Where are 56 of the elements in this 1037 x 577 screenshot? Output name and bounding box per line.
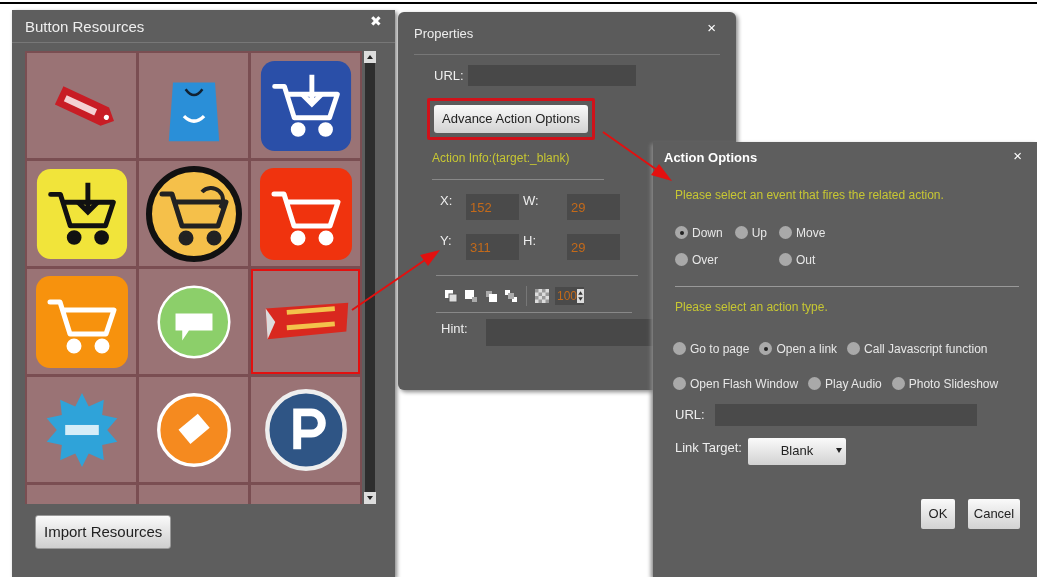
layer-order-icon[interactable]	[484, 289, 498, 303]
resource-tile[interactable]	[139, 377, 248, 482]
link-target-dropdown[interactable]: Blank	[747, 437, 846, 465]
resource-tile[interactable]	[27, 161, 136, 266]
window-title: Action Options	[664, 149, 758, 167]
resource-tile[interactable]	[27, 269, 136, 374]
radio-option[interactable]: Photo Slideshow	[891, 374, 999, 393]
type-prompt: Please select an action type.	[675, 298, 829, 316]
resource-tile[interactable]	[251, 269, 360, 374]
field-label: Hint:	[441, 320, 468, 338]
resource-tile[interactable]	[27, 377, 136, 482]
field-label: Link Target:	[675, 438, 742, 457]
window-title: Properties	[414, 25, 474, 43]
caret-icon	[835, 447, 842, 453]
cancel-button[interactable]: Cancel	[968, 498, 1020, 529]
cart-return-icon	[143, 163, 244, 264]
ok-button[interactable]: OK	[921, 498, 955, 529]
radio-option[interactable]: Go to page	[673, 339, 750, 358]
window-title: Button Resources	[25, 17, 145, 37]
close-button[interactable]: ×	[1013, 148, 1022, 163]
radio-option[interactable]: Call Javascript function	[847, 339, 988, 358]
field-label: URL:	[434, 66, 464, 85]
radio-option[interactable]: Out	[779, 250, 816, 269]
import-resources-button[interactable]: Import Resources	[35, 515, 172, 549]
field-label: W:	[523, 194, 540, 207]
radio-option[interactable]: Play Audio	[808, 374, 882, 393]
resource-tile[interactable]	[27, 53, 136, 158]
action-info-text: Action Info:(target:_blank)	[432, 150, 570, 167]
close-button[interactable]: ✖	[370, 14, 382, 28]
event-prompt: Please select an event that fires the related action.	[675, 186, 945, 204]
field-label: X:	[440, 194, 454, 207]
resource-tile[interactable]	[139, 269, 248, 374]
resource-tile[interactable]	[251, 53, 360, 158]
scrollbar[interactable]	[364, 51, 376, 504]
radio-option[interactable]: Up	[734, 223, 768, 242]
spinner-icon[interactable]	[577, 289, 585, 303]
field-label: URL:	[675, 405, 705, 424]
resource-tile[interactable]	[251, 377, 360, 482]
close-button[interactable]: ×	[707, 20, 716, 35]
radio-option[interactable]: Move	[779, 223, 826, 242]
field-label: H:	[523, 234, 537, 247]
scroll-down-icon[interactable]	[364, 492, 376, 504]
radio-option[interactable]: Over	[675, 250, 718, 269]
layer-order-icon[interactable]	[504, 289, 518, 303]
hint-field[interactable]	[485, 319, 656, 346]
field-label: Y:	[440, 234, 453, 247]
layer-order-icon[interactable]	[464, 289, 478, 303]
resource-tile[interactable]	[139, 161, 248, 266]
layer-order-icon[interactable]	[444, 289, 458, 303]
radio-option[interactable]: Down	[675, 223, 723, 242]
radio-option[interactable]: Open a link	[759, 339, 838, 358]
radio-option[interactable]: Open Flash Window	[673, 374, 799, 393]
advance-action-options-button[interactable]: Advance Action Options	[434, 105, 589, 133]
scroll-up-icon[interactable]	[364, 51, 376, 63]
resource-tile[interactable]	[251, 161, 360, 266]
resource-tile[interactable]	[139, 53, 248, 158]
